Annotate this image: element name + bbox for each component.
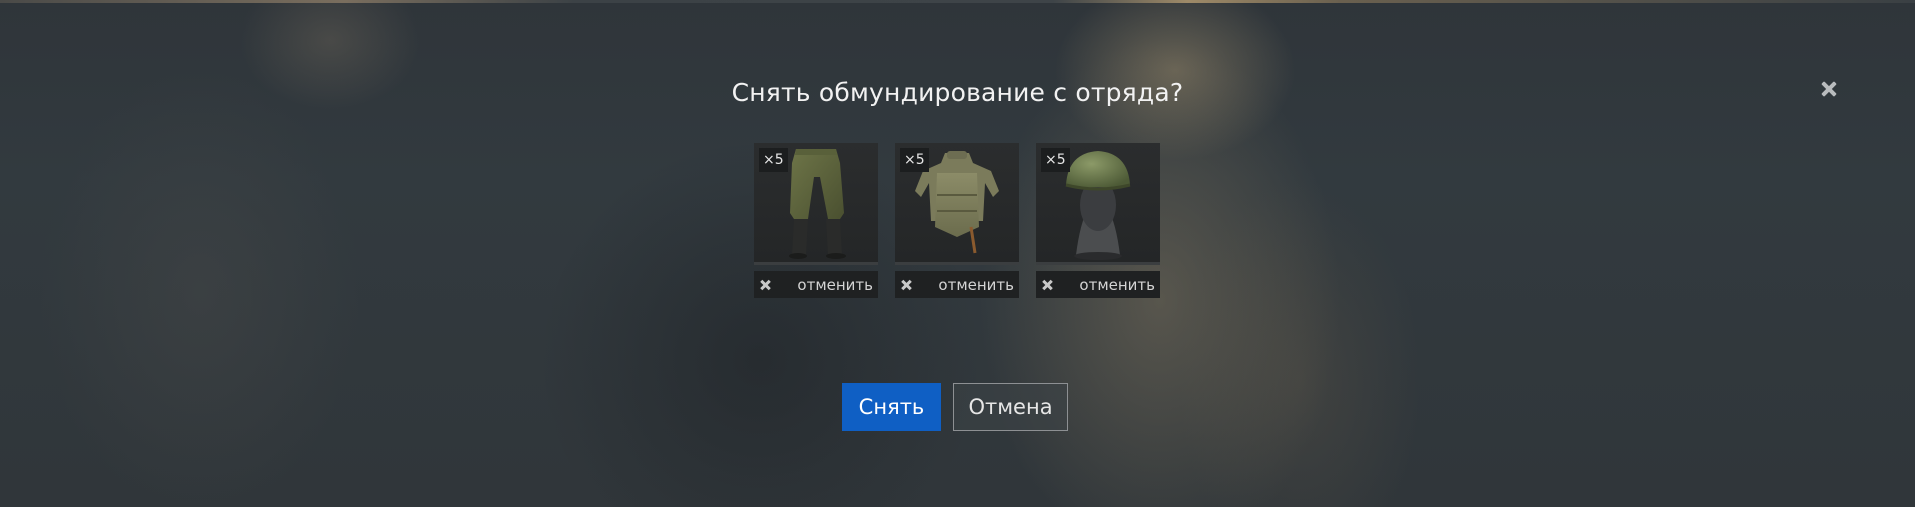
item-count-badge: ×5 <box>900 148 929 172</box>
item-count-badge: ×5 <box>1041 148 1070 172</box>
item-cancel-label: отменить <box>938 275 1014 294</box>
item-card[interactable]: ×5 <box>754 143 878 265</box>
item-count-badge: ×5 <box>759 148 788 172</box>
item-cancel-label: отменить <box>1079 275 1155 294</box>
dialog-title: Снять обмундирование с отряда? <box>731 78 1184 107</box>
close-icon <box>1042 279 1054 291</box>
item-trousers: ×5 отменить <box>754 143 878 299</box>
item-cancel-button[interactable]: отменить <box>754 271 878 298</box>
items-list: ×5 отменить ×5 отменить ×5 отменить <box>754 143 1160 299</box>
confirm-button[interactable]: Снять <box>842 383 941 431</box>
item-card[interactable]: ×5 <box>1036 143 1160 265</box>
item-cancel-button[interactable]: отменить <box>1036 271 1160 298</box>
close-icon <box>901 279 913 291</box>
item-body-armor: ×5 отменить <box>895 143 1019 299</box>
item-cancel-button[interactable]: отменить <box>895 271 1019 298</box>
cancel-button[interactable]: Отмена <box>953 383 1068 431</box>
item-helmet: ×5 отменить <box>1036 143 1160 299</box>
item-cancel-label: отменить <box>797 275 873 294</box>
item-card[interactable]: ×5 <box>895 143 1019 265</box>
close-icon <box>760 279 772 291</box>
top-edge-highlight <box>0 0 1915 3</box>
